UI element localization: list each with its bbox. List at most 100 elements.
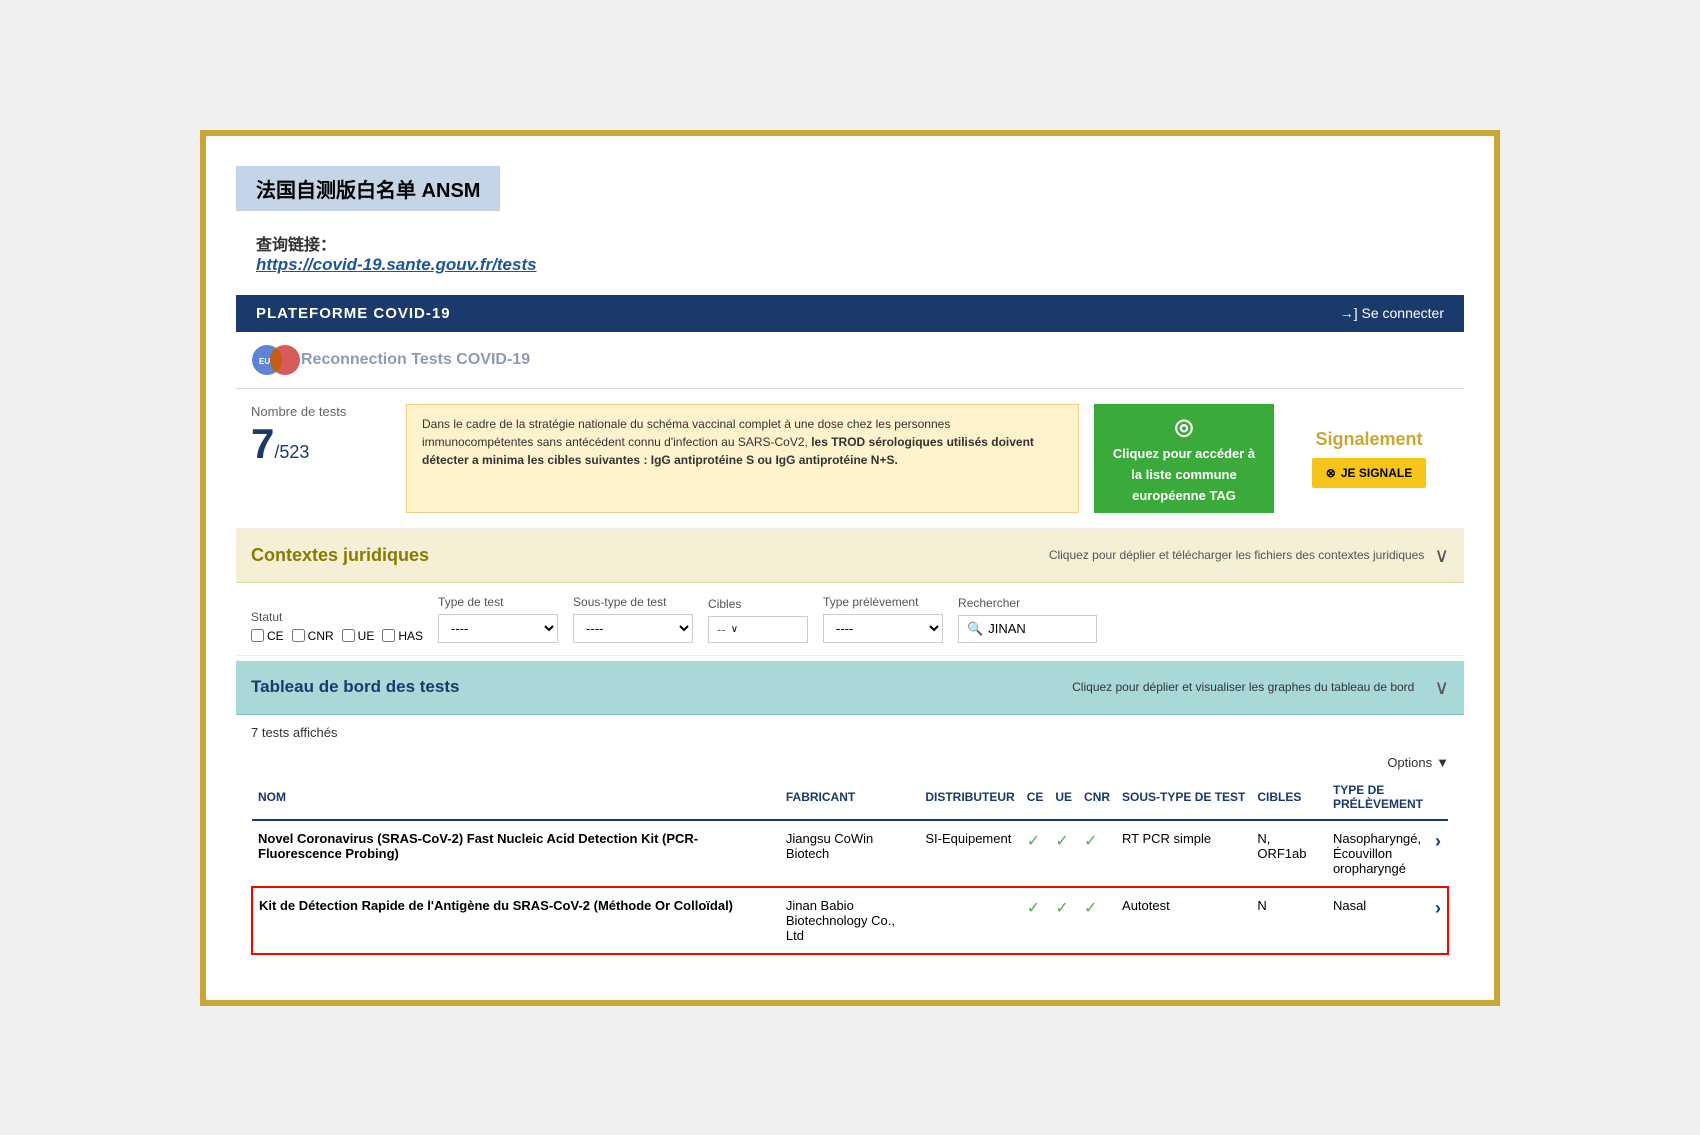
search-input[interactable]: [988, 621, 1088, 636]
ce-checkbox-label[interactable]: CE: [251, 629, 284, 643]
results-count: 7 tests affichés: [251, 725, 337, 740]
th-sous-type: SOUS-TYPE DE TEST: [1116, 775, 1251, 820]
prelevement-select[interactable]: ----: [823, 614, 943, 643]
ue-label: UE: [358, 629, 375, 643]
th-ue: UE: [1049, 775, 1078, 820]
dashboard-bar[interactable]: Tableau de bord des tests Cliquez pour d…: [236, 661, 1464, 715]
title-text: 法国自测版白名单 ANSM: [256, 180, 480, 202]
ce-label: CE: [267, 629, 284, 643]
th-fabricant: FABRICANT: [780, 775, 919, 820]
row1-arrow[interactable]: ›: [1429, 820, 1448, 887]
th-cibles: CIBLES: [1251, 775, 1327, 820]
table-row[interactable]: Novel Coronavirus (SRAS-CoV-2) Fast Nucl…: [252, 820, 1448, 887]
row1-distributeur: SI-Equipement: [919, 820, 1020, 887]
has-label: HAS: [398, 629, 423, 643]
type-test-label: Type de test: [438, 595, 558, 609]
header-row: NOM FABRICANT DISTRIBUTEUR CE UE CNR SOU…: [252, 775, 1448, 820]
row1-ce: ✓: [1021, 820, 1050, 887]
filter-statut: Statut CE CNR UE HAS: [251, 610, 423, 643]
search-icon: 🔍: [967, 621, 983, 637]
signalement-label: JE SIGNALE: [1341, 466, 1412, 480]
options-button[interactable]: Options ▼: [1387, 755, 1449, 770]
row1-cnr: ✓: [1078, 820, 1116, 887]
has-checkbox[interactable]: [382, 629, 395, 642]
type-test-select[interactable]: ----: [438, 614, 558, 643]
row1-arrow-icon: ›: [1435, 831, 1441, 851]
logo-svg: EU: [251, 340, 301, 380]
cnr-label: CNR: [308, 629, 334, 643]
signalement-title: Signalement: [1315, 429, 1422, 450]
dashboard-title: Tableau de bord des tests: [251, 677, 459, 697]
table-container: NOM FABRICANT DISTRIBUTEUR CE UE CNR SOU…: [236, 775, 1464, 970]
login-button[interactable]: →] Se connecter: [1340, 305, 1444, 321]
row1-ue-check: ✓: [1055, 833, 1068, 850]
cnr-checkbox[interactable]: [292, 629, 305, 642]
row2-prelevement: Nasal: [1327, 887, 1429, 954]
filter-type-test: Type de test ----: [438, 595, 558, 643]
table-header: NOM FABRICANT DISTRIBUTEUR CE UE CNR SOU…: [252, 775, 1448, 820]
th-cnr: CNR: [1078, 775, 1116, 820]
row2-ue: ✓: [1049, 887, 1078, 954]
green-btn-line3: européenne TAG: [1132, 488, 1236, 503]
query-link[interactable]: https://covid-19.sante.gouv.fr/tests: [256, 255, 1464, 275]
logo-bar: EU Reconnection Tests COVID-19: [236, 332, 1464, 389]
test-count-number: 7: [251, 423, 274, 465]
row2-distributeur: [919, 887, 1020, 954]
dashboard-chevron: ∨: [1434, 675, 1449, 700]
logo-text: Reconnection Tests COVID-19: [301, 351, 530, 369]
sous-type-label: Sous-type de test: [573, 595, 693, 609]
green-btn-icon: ◎: [1174, 414, 1193, 440]
row1-ce-check: ✓: [1027, 833, 1040, 850]
table-row[interactable]: Kit de Détection Rapide de l'Antigène du…: [252, 887, 1448, 954]
signalement-icon: ⊗: [1326, 466, 1336, 480]
info-box: Dans le cadre de la stratégie nationale …: [406, 404, 1079, 513]
ue-checkbox-label[interactable]: UE: [342, 629, 375, 643]
cnr-checkbox-label[interactable]: CNR: [292, 629, 334, 643]
query-section: 查询链接： https://covid-19.sante.gouv.fr/tes…: [236, 231, 1464, 275]
contextes-chevron: ∨: [1434, 543, 1449, 568]
query-label: 查询链接：: [256, 231, 1464, 255]
row1-cnr-check: ✓: [1084, 833, 1097, 850]
row1-fabricant: Jiangsu CoWin Biotech: [780, 820, 919, 887]
options-label: Options: [1387, 755, 1432, 770]
row1-prelevement: Nasopharyngé,Écouvillonoropharyngé: [1327, 820, 1429, 887]
row2-cibles: N: [1251, 887, 1327, 954]
filter-prelevement: Type prélèvement ----: [823, 595, 943, 643]
filter-cibles: Cibles -- ∨: [708, 597, 808, 643]
prelevement-label: Type prélèvement: [823, 595, 943, 609]
green-button[interactable]: ◎ Cliquez pour accéder à la liste commun…: [1094, 404, 1274, 513]
search-box: 🔍: [958, 615, 1097, 643]
row2-cnr-check: ✓: [1084, 900, 1097, 917]
top-nav: PLATEFORME COVID-19 →] Se connecter: [236, 295, 1464, 332]
data-table: NOM FABRICANT DISTRIBUTEUR CE UE CNR SOU…: [251, 775, 1449, 955]
filters-row: Statut CE CNR UE HAS: [236, 583, 1464, 656]
sous-type-select[interactable]: ----: [573, 614, 693, 643]
results-info: 7 tests affichés: [236, 715, 1464, 750]
dashboard-link: Cliquez pour déplier et visualiser les g…: [1072, 680, 1414, 694]
ce-checkbox[interactable]: [251, 629, 264, 642]
th-arrow: [1429, 775, 1448, 820]
contextes-bar[interactable]: Contextes juridiques Cliquez pour déplie…: [236, 529, 1464, 583]
options-row: Options ▼: [236, 750, 1464, 775]
th-prelevement: TYPE DEPRÉLÈVEMENT: [1327, 775, 1429, 820]
logo-circles: EU: [251, 340, 301, 380]
ue-checkbox[interactable]: [342, 629, 355, 642]
row2-ue-check: ✓: [1055, 900, 1068, 917]
th-nom: NOM: [252, 775, 780, 820]
row2-ce: ✓: [1021, 887, 1050, 954]
green-btn-line2: la liste commune: [1131, 467, 1236, 482]
row2-sous-type: Autotest: [1116, 887, 1251, 954]
row2-arrow[interactable]: ›: [1429, 887, 1448, 954]
signalement-button[interactable]: ⊗ JE SIGNALE: [1312, 458, 1426, 488]
has-checkbox-label[interactable]: HAS: [382, 629, 423, 643]
th-ce: CE: [1021, 775, 1050, 820]
test-count-box: Nombre de tests 7 /523: [251, 404, 391, 513]
row1-cibles: N, ORF1ab: [1251, 820, 1327, 887]
statut-label: Statut: [251, 610, 423, 624]
filter-sous-type: Sous-type de test ----: [573, 595, 693, 643]
cibles-label: Cibles: [708, 597, 808, 611]
contextes-title: Contextes juridiques: [251, 545, 429, 566]
row2-cnr: ✓: [1078, 887, 1116, 954]
cibles-chevron-icon: ∨: [731, 624, 738, 635]
cibles-placeholder: --: [717, 622, 726, 637]
